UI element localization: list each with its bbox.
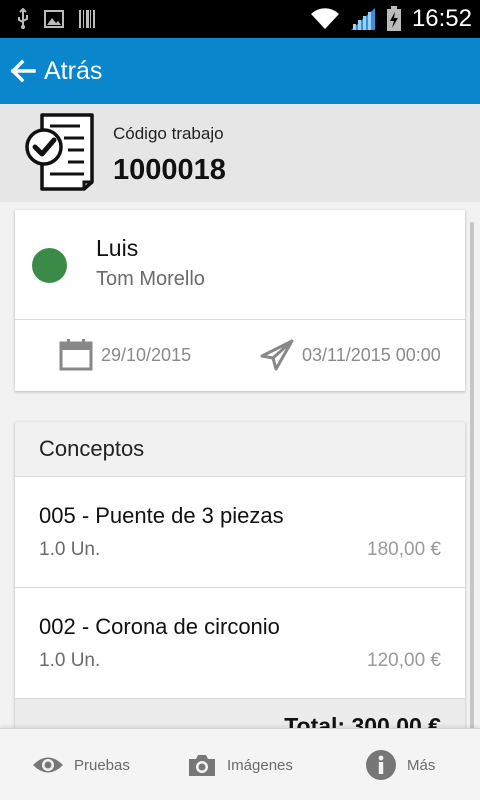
back-label: Atrás [44,56,103,85]
info-icon [366,750,396,780]
concept-quantity: 1.0 Un. [39,539,101,560]
divider [15,319,465,320]
concepts-header: Conceptos [15,422,465,477]
status-bar-system: 16:52 [310,4,472,34]
usb-icon [18,8,28,29]
created-date: 29/10/2015 [59,339,191,371]
back-arrow-icon [10,59,36,83]
sent-date-text: 03/11/2015 00:00 [302,344,441,365]
bottom-navigation: Pruebas Imágenes Más [0,728,480,800]
status-bar-notifications [16,8,96,30]
nav-mas-label: Más [407,756,436,774]
nav-pruebas[interactable]: Pruebas [32,729,130,800]
nav-pruebas-label: Pruebas [74,756,130,774]
concept-quantity: 1.0 Un. [39,650,101,671]
scrollbar[interactable] [470,222,474,742]
job-code-label: Código trabajo [113,124,224,143]
concepts-title: Conceptos [39,436,145,461]
wifi-icon [310,8,339,29]
back-button[interactable]: Atrás [0,38,116,104]
eye-icon [33,757,63,773]
nav-mas[interactable]: Más [365,729,435,800]
calendar-icon [59,339,93,371]
concept-price: 120,00 € [367,650,441,671]
concept-title: 002 - Corona de circonio [39,614,280,639]
status-time: 16:52 [411,5,472,32]
image-icon [44,10,64,28]
concept-price: 180,00 € [367,539,441,560]
concept-title: 005 - Puente de 3 piezas [39,503,284,528]
document-check-icon [25,113,94,191]
camera-icon [189,755,215,776]
client-name: Luis [96,235,139,261]
status-bar: 16:52 [0,0,480,38]
signal-icon [350,8,375,30]
job-header: Código trabajo 1000018 [0,104,480,202]
client-card[interactable]: Luis Tom Morello 29/10/2015 03/11/2015 0… [15,210,465,391]
app-bar: Atrás [0,38,480,104]
nav-imagenes-label: Imágenes [227,756,293,774]
concept-item[interactable]: 002 - Corona de circonio 1.0 Un. 120,00 … [15,589,465,699]
client-subtitle: Tom Morello [96,268,205,290]
barcode-icon [79,10,95,28]
concepts-card: Conceptos 005 - Puente de 3 piezas 1.0 U… [15,422,465,752]
created-date-text: 29/10/2015 [101,344,192,365]
sent-date: 03/11/2015 00:00 [260,339,441,371]
nav-imagenes[interactable]: Imágenes [187,729,293,800]
status-indicator [32,248,67,283]
concept-item[interactable]: 005 - Puente de 3 piezas 1.0 Un. 180,00 … [15,478,465,588]
send-icon [260,339,294,371]
battery-charging-icon [386,6,401,31]
job-code-value: 1000018 [113,154,226,186]
